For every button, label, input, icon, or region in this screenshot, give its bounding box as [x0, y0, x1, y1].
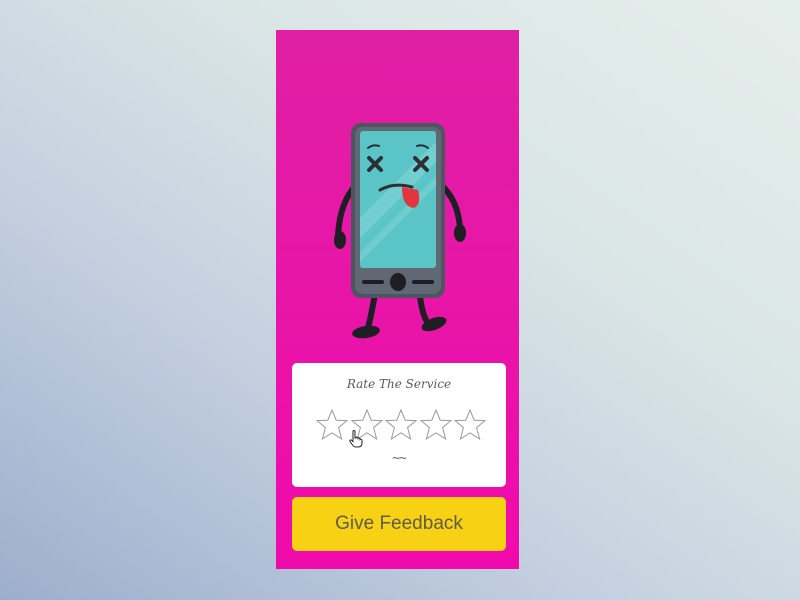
give-feedback-button[interactable]: Give Feedback: [292, 497, 506, 551]
star-rating[interactable]: [316, 408, 486, 444]
star-3-icon[interactable]: [385, 408, 417, 442]
rating-title: Rate The Service: [346, 377, 452, 391]
star-1-icon[interactable]: [316, 408, 348, 442]
rating-face: ~~: [392, 451, 407, 466]
star-4-icon[interactable]: [419, 408, 452, 442]
rating-card: Rate The Service ~~: [292, 363, 506, 487]
hand-pointer-icon: [349, 430, 363, 448]
star-5-icon[interactable]: [454, 408, 486, 442]
app-screen: Rate The Service ~~ Give Feedback: [276, 30, 519, 569]
dizzy-phone-mascot-icon: [334, 123, 466, 339]
